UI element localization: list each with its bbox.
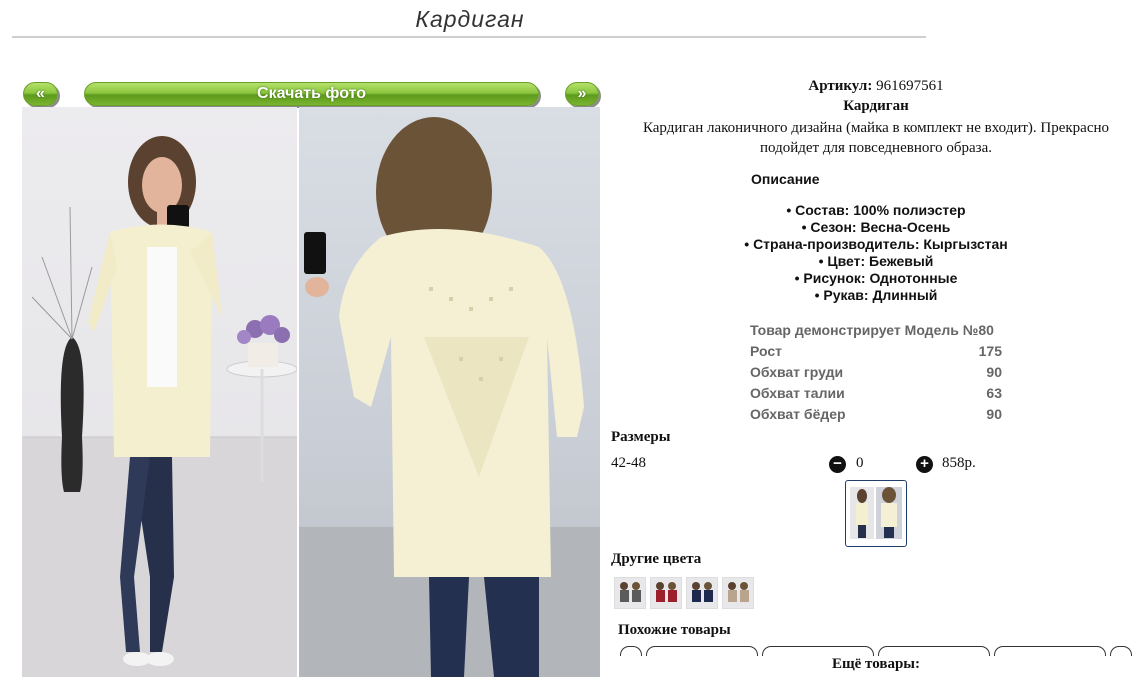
article-value: 961697561: [876, 78, 944, 94]
model-label: Рост: [750, 343, 782, 359]
size-label: 42-48: [611, 455, 646, 471]
model-label: Товар демонстрирует Модель №80: [750, 322, 994, 338]
property-item: • Рисунок: Однотонные: [794, 270, 958, 286]
model-row: Обхват бёдер 90: [750, 404, 1002, 425]
product-photo-back[interactable]: [299, 107, 600, 677]
quantity-value: 0: [856, 455, 864, 471]
model-value: 90: [986, 364, 1002, 380]
size-photo-thumbnail[interactable]: [845, 480, 907, 547]
property-item: • Сезон: Весна-Осень: [801, 219, 951, 235]
model-label: Обхват талии: [750, 385, 845, 401]
price: 858р.: [942, 455, 976, 471]
minus-circle-icon[interactable]: −: [829, 456, 846, 473]
description-heading: Описание: [751, 171, 820, 187]
article-line: Артикул: 961697561: [612, 78, 1137, 95]
property-item: • Страна-производитель: Кыргызстан: [744, 236, 1008, 252]
color-variant-thumbnail[interactable]: [650, 577, 682, 609]
plus-circle-icon[interactable]: +: [916, 456, 933, 473]
property-item: • Рукав: Длинный: [814, 287, 938, 303]
model-row: Обхват талии 63: [750, 383, 1002, 404]
download-photo-button[interactable]: Скачать фото: [84, 82, 539, 106]
prev-photo-button[interactable]: «: [23, 82, 58, 106]
next-photo-button[interactable]: »: [565, 82, 599, 106]
sizes-heading: Размеры: [611, 429, 671, 445]
product-name: Кардиган: [843, 98, 909, 114]
model-value: 175: [978, 343, 1002, 359]
model-label: Обхват бёдер: [750, 406, 846, 422]
page-title: Кардиган: [415, 6, 525, 32]
similar-products-heading: Похожие товары: [618, 622, 731, 638]
property-item: • Цвет: Бежевый: [818, 253, 934, 269]
model-row: Товар демонстрирует Модель №80: [750, 320, 1002, 341]
size-row: 42-48 − 0 + 858р.: [611, 455, 1131, 475]
model-value: 63: [986, 385, 1002, 401]
color-variant-thumbnail[interactable]: [722, 577, 754, 609]
color-variant-thumbnail[interactable]: [614, 577, 646, 609]
color-variant-thumbnail[interactable]: [686, 577, 718, 609]
model-label: Обхват груди: [750, 364, 844, 380]
article-label: Артикул:: [808, 78, 873, 94]
product-photo-front[interactable]: [22, 107, 297, 677]
property-item: • Состав: 100% полиэстер: [786, 202, 966, 218]
model-row: Рост 175: [750, 341, 1002, 362]
model-row: Обхват груди 90: [750, 362, 1002, 383]
product-description: Кардиган лаконичного дизайна (майка в ко…: [642, 120, 1110, 156]
model-measurements: Товар демонстрирует Модель №80 Рост 175 …: [750, 320, 1002, 425]
model-value: 90: [986, 406, 1002, 422]
product-properties: • Состав: 100% полиэстер • Сезон: Весна-…: [612, 202, 1137, 304]
other-colors-heading: Другие цвета: [611, 551, 702, 567]
title-divider: [12, 36, 926, 38]
more-products-heading: Ещё товары:: [612, 656, 1137, 673]
